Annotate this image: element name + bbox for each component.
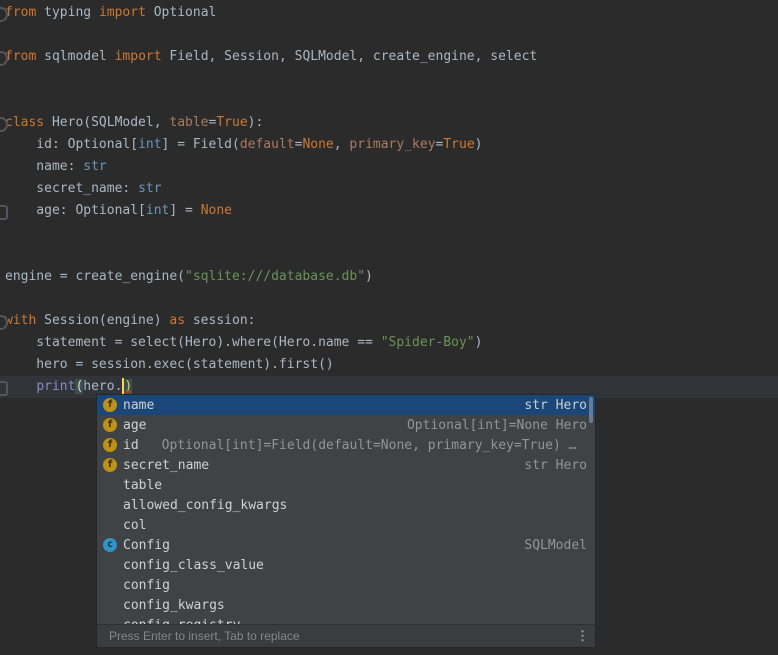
code-token: primary_key [349,137,435,152]
completion-item-label: age [123,418,146,433]
code-token: print [36,379,75,394]
code-token: str [138,181,161,196]
completion-item-label: config_class_value [123,558,264,573]
code-line[interactable]: age: Optional[int] = None [5,200,232,222]
completion-item-label: allowed_config_kwargs [123,498,287,513]
code-token: Hero(SQLModel, [44,115,169,130]
completion-item-label: col [123,518,146,533]
code-token: engine = create_engine( [5,269,185,284]
code-token: as [169,313,185,328]
code-token: age: Optional[ [5,203,146,218]
code-token: ) [475,335,483,350]
code-line[interactable]: statement = select(Hero).where(Hero.name… [5,332,482,354]
completion-footer: Press Enter to insert, Tab to replace ⋮ [97,624,595,647]
code-token: Session(engine) [36,313,169,328]
code-token: statement = select(Hero).where(Hero.name… [5,335,381,350]
code-token: hero = session.exec(statement).first() [5,357,334,372]
more-options-icon[interactable]: ⋮ [576,625,589,647]
code-token [5,379,36,394]
code-line[interactable]: engine = create_engine("sqlite:///databa… [5,266,373,288]
completion-item-id[interactable]: fid Optional[int]=Field(default=None, pri… [97,435,595,455]
completion-item-label: config [123,578,170,593]
field-icon: f [103,418,117,432]
completion-item-name[interactable]: fname str Hero [97,395,595,415]
code-token: ) [475,137,483,152]
completion-hint: Press Enter to insert, Tab to replace [109,629,300,643]
completion-item-secret_name[interactable]: f secret_name str Hero [97,455,595,475]
gutter-icon[interactable] [0,381,8,396]
code-token: class [5,115,44,130]
completion-item-type: Optional[int]=None Hero [407,418,595,433]
code-line[interactable]: name: str [5,156,107,178]
code-token: with [5,313,36,328]
code-token: , [334,137,350,152]
code-token: default [240,137,295,152]
code-line[interactable]: id: Optional[int] = Field(default=None, … [5,134,482,156]
code-token: None [302,137,333,152]
completion-item-age[interactable]: fage Optional[int]=None Hero [97,415,595,435]
completion-item-type: SQLModel [524,538,595,553]
field-icon: f [103,458,117,472]
code-token: id: Optional[ [5,137,138,152]
code-token: None [201,203,232,218]
code-token: hero. [83,379,122,394]
completion-popup: fnamestr HerofageOptional[int]=None Hero… [96,394,596,648]
code-token: import [99,5,146,20]
scrollbar-thumb[interactable] [589,397,593,423]
code-editor: from typing import Optionalfrom sqlmodel… [0,0,778,655]
completion-item-label: name [123,398,154,413]
completion-item-type: str Hero [524,458,595,473]
code-token: True [443,137,474,152]
completion-list: fnamestr HerofageOptional[int]=None Hero… [97,395,595,624]
completion-item-Config[interactable]: c Config SQLModel [97,535,595,555]
class-icon: c [103,538,117,552]
completion-item-signature: Optional[int]=Field(default=None, primar… [162,438,577,453]
code-token: ] = Field( [162,137,240,152]
code-token: "sqlite:///database.db" [185,269,365,284]
code-token: ] = [169,203,200,218]
code-token: sqlmodel [36,49,114,64]
code-token: ): [248,115,264,130]
completion-item-config[interactable]: config [97,575,595,595]
code-token: int [138,137,161,152]
code-token: ) [124,379,132,394]
completion-item-config_registry[interactable]: config_registry [97,615,595,624]
code-token: table [169,115,208,130]
code-line[interactable]: with Session(engine) as session: [5,310,255,332]
code-token: name: [5,159,83,174]
code-token: "Spider-Boy" [381,335,475,350]
completion-item-allowed_config_kwargs[interactable]: allowed_config_kwargs [97,495,595,515]
code-token: ) [365,269,373,284]
code-token: from [5,5,36,20]
code-line[interactable]: secret_name: str [5,178,162,200]
field-icon: f [103,398,117,412]
code-token: str [83,159,106,174]
code-token: from [5,49,36,64]
code-line[interactable]: from typing import Optional [5,2,216,24]
code-token: import [115,49,162,64]
completion-item-table[interactable]: table [97,475,595,495]
code-token: typing [36,5,99,20]
completion-item-label: config_kwargs [123,598,225,613]
code-token: secret_name: [5,181,138,196]
code-token: True [216,115,247,130]
code-token: int [146,203,169,218]
completion-item-label: table [123,478,162,493]
code-token: Optional [146,5,216,20]
completion-item-config_class_value[interactable]: config_class_value [97,555,595,575]
field-icon: f [103,438,117,452]
completion-item-label: secret_name [123,458,209,473]
code-line[interactable]: from sqlmodel import Field, Session, SQL… [5,46,537,68]
completion-item-col[interactable]: col [97,515,595,535]
completion-item-config_kwargs[interactable]: config_kwargs [97,595,595,615]
code-line[interactable]: class Hero(SQLModel, table=True): [5,112,263,134]
code-token: Field, Session, SQLModel, create_engine,… [162,49,538,64]
code-token: session: [185,313,255,328]
code-line[interactable]: hero = session.exec(statement).first() [5,354,334,376]
completion-item-label: id [123,438,139,453]
completion-item-label: Config [123,538,170,553]
completion-item-type: str Hero [524,398,595,413]
gutter-icon[interactable] [0,205,8,220]
